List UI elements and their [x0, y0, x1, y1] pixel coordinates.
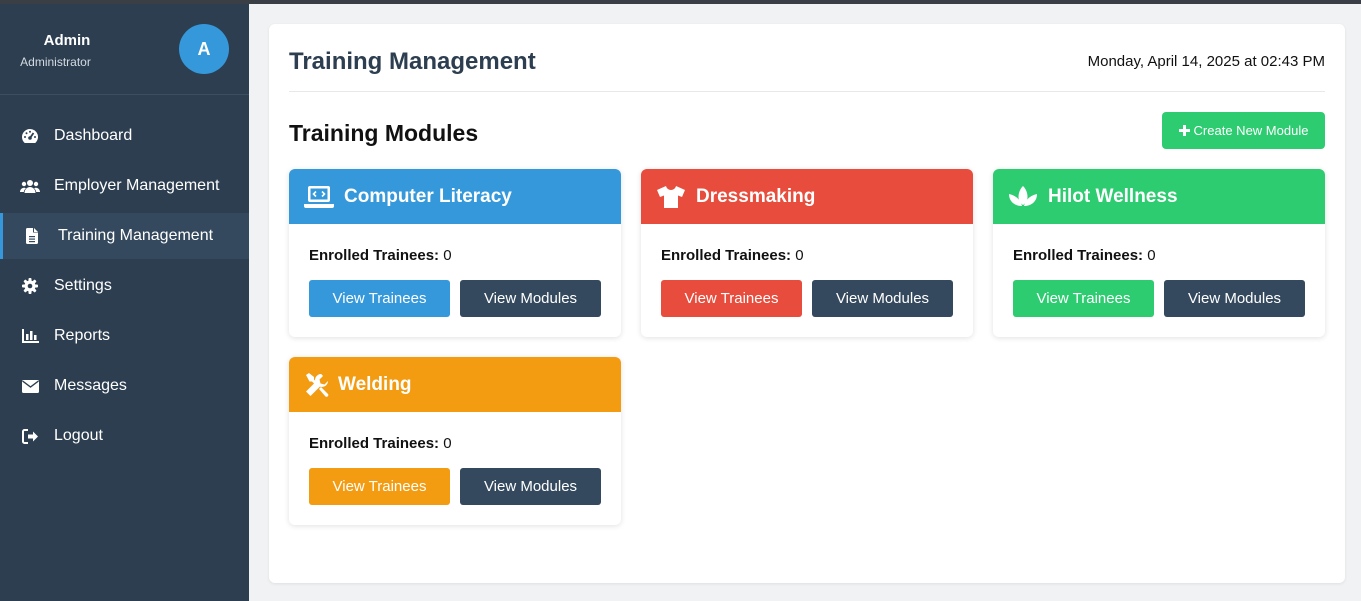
sidebar: Admin Administrator A Dashboard Employer… — [0, 4, 249, 601]
view-trainees-button[interactable]: View Trainees — [309, 468, 450, 505]
laptop-code-icon — [304, 183, 334, 211]
view-modules-button[interactable]: View Modules — [460, 280, 601, 317]
sidebar-item-dashboard[interactable]: Dashboard — [0, 113, 249, 159]
spa-icon — [1008, 183, 1038, 211]
enrolled-count: Enrolled Trainees: 0 — [309, 435, 452, 452]
user-profile: Admin Administrator A — [0, 4, 249, 95]
envelope-icon — [20, 377, 40, 395]
enrolled-count: Enrolled Trainees: 0 — [309, 247, 452, 264]
module-card-header: Dressmaking — [641, 169, 973, 224]
sidebar-item-label: Settings — [54, 277, 112, 294]
sidebar-item-label: Reports — [54, 327, 111, 344]
module-card-header: Welding — [289, 357, 621, 412]
sidebar-item-settings[interactable]: Settings — [0, 263, 249, 309]
sidebar-item-label: Logout — [54, 427, 103, 444]
enrolled-value: 0 — [443, 247, 452, 264]
module-card-dressmaking: Dressmaking Enrolled Trainees: 0 View Tr… — [641, 169, 973, 337]
document-icon — [24, 227, 40, 245]
enrolled-value: 0 — [795, 247, 804, 264]
user-name: Admin — [43, 32, 91, 49]
users-icon — [20, 177, 40, 195]
view-modules-button[interactable]: View Modules — [460, 468, 601, 505]
module-title: Dressmaking — [696, 185, 816, 207]
enrolled-label: Enrolled Trainees: — [661, 247, 792, 264]
sidebar-item-employer-management[interactable]: Employer Management — [0, 163, 249, 209]
module-card-hilot-wellness: Hilot Wellness Enrolled Trainees: 0 View… — [993, 169, 1325, 337]
module-title: Hilot Wellness — [1048, 185, 1178, 207]
enrolled-value: 0 — [1147, 247, 1156, 264]
enrolled-label: Enrolled Trainees: — [309, 435, 440, 452]
view-trainees-button[interactable]: View Trainees — [309, 280, 450, 317]
sidebar-item-logout[interactable]: Logout — [0, 413, 249, 459]
create-new-module-button[interactable]: Create New Module — [1162, 112, 1325, 149]
create-button-label: Create New Module — [1193, 123, 1309, 138]
header-divider — [289, 91, 1325, 92]
enrolled-value: 0 — [443, 435, 452, 452]
view-trainees-button[interactable]: View Trainees — [661, 280, 802, 317]
avatar[interactable]: A — [179, 24, 229, 74]
section-title: Training Modules — [289, 120, 479, 146]
page-title: Training Management — [289, 48, 536, 75]
current-datetime: Monday, April 14, 2025 at 02:43 PM — [1087, 53, 1325, 70]
module-title: Welding — [338, 373, 412, 395]
enrolled-label: Enrolled Trainees: — [309, 247, 440, 264]
sidebar-item-label: Employer Management — [54, 177, 220, 194]
enrolled-label: Enrolled Trainees: — [1013, 247, 1144, 264]
shirt-icon — [656, 183, 686, 211]
module-card-computer-literacy: Computer Literacy Enrolled Trainees: 0 V… — [289, 169, 621, 337]
main-panel: Training Management Monday, April 14, 20… — [269, 24, 1345, 583]
sidebar-item-reports[interactable]: Reports — [0, 313, 249, 359]
sidebar-item-label: Messages — [54, 377, 127, 394]
enrolled-count: Enrolled Trainees: 0 — [661, 247, 804, 264]
sidebar-item-label: Dashboard — [54, 127, 133, 144]
sidebar-item-messages[interactable]: Messages — [0, 363, 249, 409]
view-modules-button[interactable]: View Modules — [1164, 280, 1305, 317]
module-card-header: Computer Literacy — [289, 169, 621, 224]
plus-icon — [1178, 125, 1190, 136]
enrolled-count: Enrolled Trainees: 0 — [1013, 247, 1156, 264]
sidebar-item-training-management[interactable]: Training Management — [0, 213, 249, 259]
tools-icon — [304, 371, 330, 399]
view-modules-button[interactable]: View Modules — [812, 280, 953, 317]
gear-icon — [20, 277, 40, 295]
user-role: Administrator — [20, 55, 91, 69]
sidebar-item-label: Training Management — [58, 227, 214, 244]
module-title: Computer Literacy — [344, 185, 512, 207]
view-trainees-button[interactable]: View Trainees — [1013, 280, 1154, 317]
module-card-header: Hilot Wellness — [993, 169, 1325, 224]
sign-out-icon — [20, 427, 40, 445]
bar-chart-icon — [20, 327, 40, 345]
dashboard-gauge-icon — [20, 127, 40, 145]
sidebar-nav: Dashboard Employer Management Training M… — [0, 113, 249, 463]
module-card-welding: Welding Enrolled Trainees: 0 View Traine… — [289, 357, 621, 525]
